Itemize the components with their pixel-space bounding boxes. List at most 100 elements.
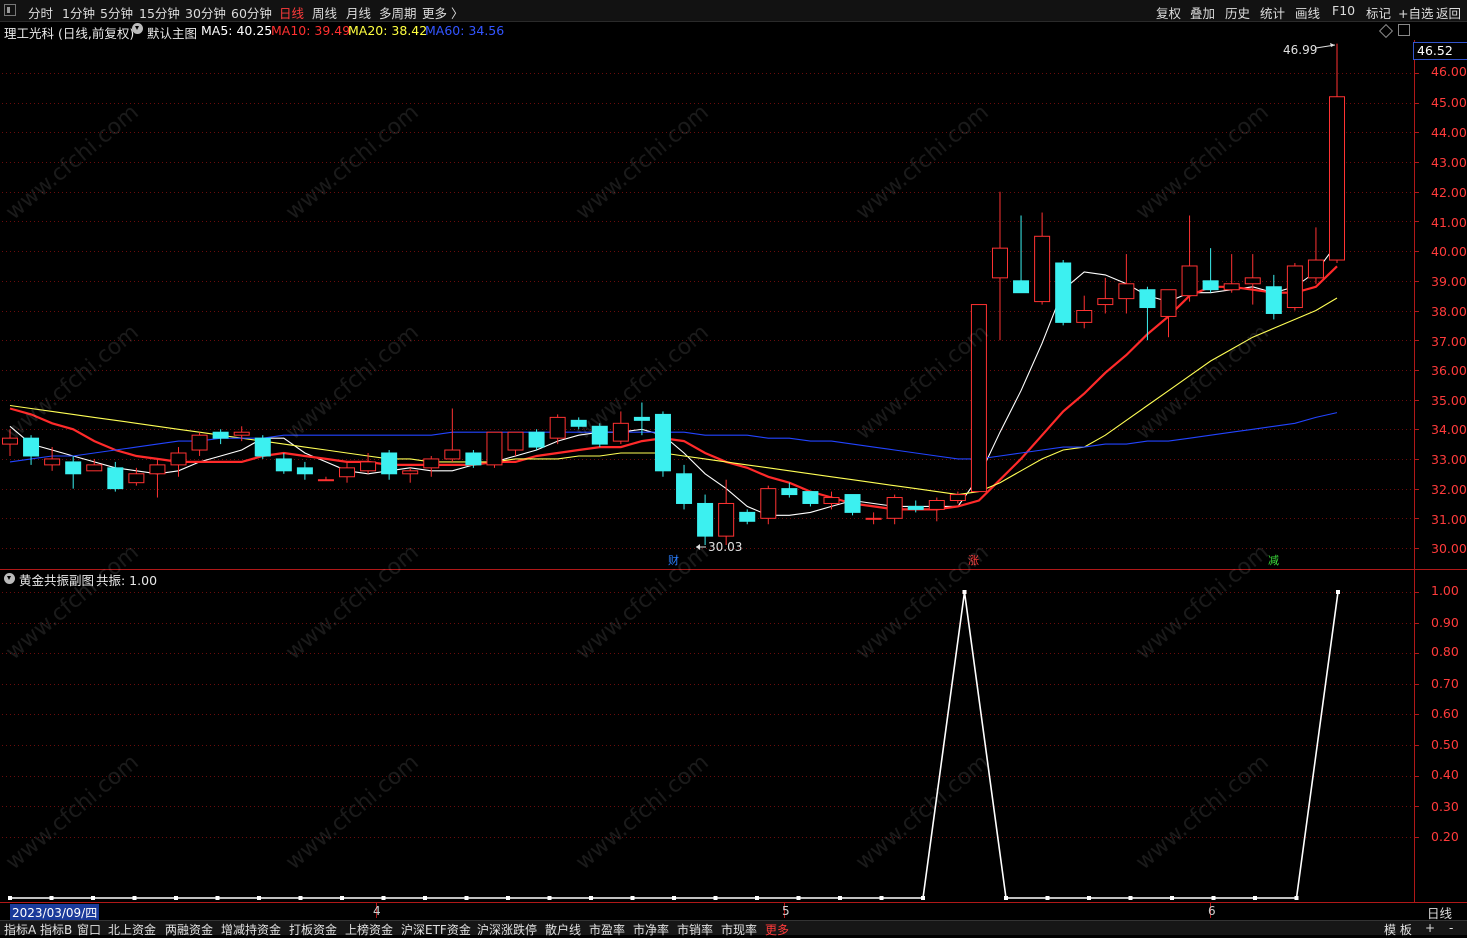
candle-body-down (591, 425, 608, 445)
tab-window[interactable]: 窗口 (77, 921, 101, 938)
sub-y-tick: 0.40 (1431, 767, 1459, 782)
ma-line-ma10 (9, 265, 1338, 511)
tab-indicator-a[interactable]: 指标A (4, 921, 36, 938)
y-tick: 44.00 (1431, 125, 1467, 140)
resonance-point (1336, 590, 1340, 594)
resonance-point (1045, 896, 1050, 900)
event-marker-finance[interactable]: 财 (666, 554, 681, 568)
candle-body-up (718, 502, 735, 537)
candle-body-up (991, 247, 1008, 279)
ma-line-ma20 (9, 297, 1338, 496)
zoom-in-button[interactable]: + (1425, 921, 1435, 935)
candle-body-up (191, 434, 208, 451)
candle-body-up (949, 494, 966, 501)
y-tick: 33.00 (1431, 452, 1467, 467)
low-arrow-head (696, 544, 700, 550)
sub-y-tick: 1.00 (1431, 583, 1459, 598)
tab-limit-up-funds[interactable]: 打板资金 (289, 921, 337, 938)
resonance-point (1253, 896, 1257, 900)
tab-limit-stats[interactable]: 沪深涨跌停 (477, 921, 537, 938)
y-tick: 45.00 (1431, 95, 1467, 110)
candle-body-up (360, 461, 377, 472)
event-marker-reduce[interactable]: 减 (1266, 554, 1281, 568)
candle-body-down (676, 473, 693, 504)
candle-body-up (339, 467, 356, 478)
y-tick: 42.00 (1431, 185, 1467, 200)
y-tick: 34.00 (1431, 422, 1467, 437)
resonance-point (1170, 896, 1174, 900)
tab-indicator-b[interactable]: 指标B (40, 921, 72, 938)
candle-body-up (865, 517, 882, 520)
candle-body-up (1076, 310, 1093, 323)
tab-more[interactable]: 更多 (765, 921, 789, 938)
sub-y-tick: 0.50 (1431, 737, 1459, 752)
candle-body-up (128, 473, 145, 484)
candle-body-up (170, 452, 187, 466)
resonance-point (962, 590, 967, 594)
candle-body-down (654, 413, 671, 472)
zoom-out-button[interactable]: - (1449, 921, 1453, 935)
candle-body-down (275, 458, 292, 472)
y-tick: 38.00 (1431, 304, 1467, 319)
candle-body-up (1118, 283, 1135, 300)
candle-body-up (928, 500, 945, 510)
candle-body-up (486, 431, 503, 466)
event-marker-limit-up[interactable]: 涨 (966, 554, 981, 568)
candle-body-down (23, 437, 40, 457)
tab-ps[interactable]: 市销率 (677, 921, 713, 938)
indicator-dropdown-icon[interactable] (4, 573, 15, 584)
candle-body-up (44, 458, 61, 466)
resonance-point (713, 896, 718, 900)
y-tick: 40.00 (1431, 244, 1467, 259)
y-tick: 30.00 (1431, 541, 1467, 556)
candle-body-down (107, 467, 124, 490)
resonance-value: 共振: 1.00 (96, 573, 158, 588)
resonance-point (879, 896, 884, 900)
resonance-point (1004, 896, 1008, 900)
candle-body-down (528, 431, 545, 448)
indicator-tab-bar: 指标A 指标B 窗口 北上资金 两融资金 增减持资金 打板资金 上榜资金 沪深E… (0, 920, 1467, 938)
resonance-point (132, 896, 137, 900)
sub-y-tick: 0.20 (1431, 829, 1459, 844)
tab-pcf[interactable]: 市现率 (721, 921, 757, 938)
tab-northbound[interactable]: 北上资金 (108, 921, 156, 938)
sub-y-tick: 0.70 (1431, 676, 1459, 691)
tab-retail-line[interactable]: 散户线 (545, 921, 581, 938)
tab-toplist-funds[interactable]: 上榜资金 (345, 921, 393, 938)
candle-body-up (1160, 289, 1177, 317)
resonance-point (796, 896, 801, 900)
date-axis: 2023/03/09/四 4 5 6 (0, 903, 1415, 921)
tab-etf-funds[interactable]: 沪深ETF资金 (401, 921, 471, 938)
candle-body-up (2, 437, 18, 445)
tab-holding-change[interactable]: 增减持资金 (221, 921, 281, 938)
candle-body-down (781, 488, 798, 496)
y-tick: 39.00 (1431, 274, 1467, 289)
candle-body-up (507, 431, 524, 451)
tab-margin[interactable]: 两融资金 (165, 921, 213, 938)
sub-y-tick: 0.80 (1431, 644, 1459, 659)
candle-body-up (760, 488, 777, 519)
resonance-point (215, 896, 220, 900)
candle-body-up (444, 449, 461, 460)
kline-chart[interactable] (0, 0, 1467, 934)
candle-body-down (1265, 286, 1282, 314)
month-mark: 4 (373, 904, 381, 918)
candle-body-up (886, 497, 903, 519)
candle-body-up (1286, 265, 1303, 309)
tab-pb[interactable]: 市净率 (633, 921, 669, 938)
candle-body-up (86, 464, 103, 472)
resonance-point (298, 896, 303, 900)
candle-body-up (612, 422, 629, 442)
indicator-name[interactable]: 黄金共振副图 (19, 570, 94, 589)
candle-body-down (296, 467, 313, 475)
candle-body-down (697, 502, 714, 537)
resonance-point (257, 896, 261, 900)
candle-body-up (1223, 283, 1240, 291)
tab-pe[interactable]: 市盈率 (589, 921, 625, 938)
template-button[interactable]: 模 板 (1384, 921, 1412, 938)
candle-body-down (570, 419, 587, 427)
candle-body-up (549, 416, 566, 439)
candle-body-up (1097, 298, 1114, 306)
resonance-point (1211, 896, 1216, 900)
sub-y-tick: 0.30 (1431, 799, 1459, 814)
